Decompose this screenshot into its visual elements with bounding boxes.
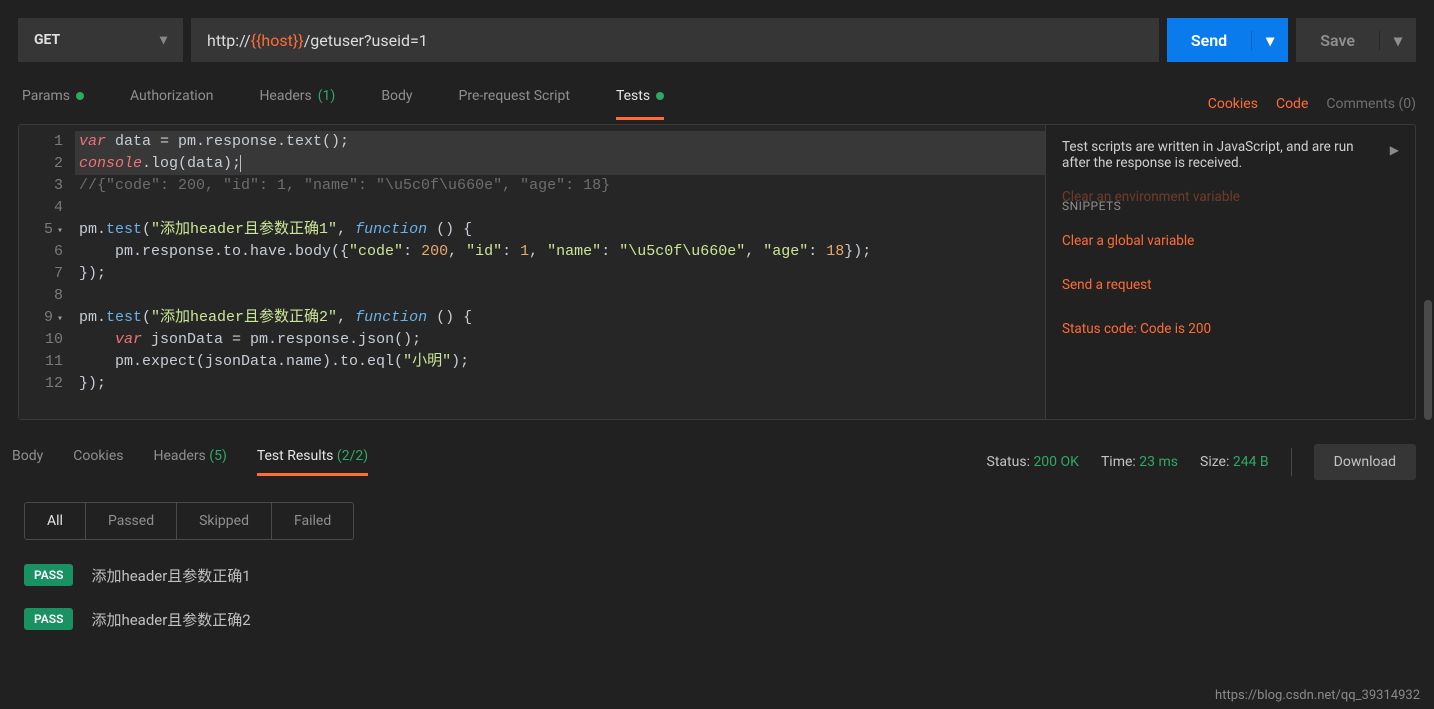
filter-failed[interactable]: Failed: [272, 503, 353, 539]
tab-tests[interactable]: Tests: [616, 88, 664, 120]
snippet-send-request[interactable]: Send a request: [1062, 277, 1399, 293]
code-link[interactable]: Code: [1276, 96, 1308, 112]
snippet-status-200[interactable]: Status code: Code is 200: [1062, 321, 1399, 337]
test-name: 添加header且参数正确1: [91, 565, 250, 586]
snippets-panel: Test scripts are written in JavaScript, …: [1045, 125, 1415, 419]
url-variable: {{host}}: [251, 31, 304, 50]
save-button[interactable]: Save ▾: [1296, 18, 1416, 62]
url-input[interactable]: http://{{host}}/getuser?useid=1: [191, 18, 1159, 62]
snippets-info-text: Test scripts are written in JavaScript, …: [1062, 139, 1380, 171]
url-prefix: http://: [207, 31, 251, 50]
tab-headers[interactable]: Headers (1): [259, 88, 335, 120]
tab-body[interactable]: Body: [381, 88, 412, 120]
scrollbar[interactable]: [1424, 300, 1432, 420]
filter-passed[interactable]: Passed: [86, 503, 177, 539]
response-tab-body[interactable]: Body: [12, 448, 43, 476]
comments-link[interactable]: Comments (0): [1326, 96, 1416, 112]
save-dropdown[interactable]: ▾: [1379, 31, 1416, 50]
send-label: Send: [1167, 18, 1251, 62]
divider: [1291, 448, 1292, 476]
code-editor[interactable]: 1 2 3 4 5 6 7 8 9 10 11 12 var data = pm…: [19, 125, 1045, 419]
send-button[interactable]: Send ▾: [1167, 18, 1288, 62]
dot-icon: [76, 92, 84, 100]
response-status: Status: 200 OK: [987, 454, 1079, 470]
filter-all[interactable]: All: [25, 503, 86, 539]
response-tab-cookies[interactable]: Cookies: [73, 448, 123, 476]
test-result-row: PASS 添加header且参数正确1: [24, 564, 1410, 586]
result-filter-group: All Passed Skipped Failed: [24, 502, 354, 540]
status-badge: PASS: [24, 564, 73, 586]
test-results-list: PASS 添加header且参数正确1 PASS 添加header且参数正确2: [0, 558, 1434, 636]
code-body[interactable]: var data = pm.response.text(); console.l…: [75, 125, 1045, 419]
response-tab-testresults[interactable]: Test Results (2/2): [257, 448, 368, 476]
chevron-down-icon: ▾: [160, 32, 167, 48]
cookies-link[interactable]: Cookies: [1208, 96, 1258, 112]
tab-params[interactable]: Params: [22, 88, 84, 120]
test-name: 添加header且参数正确2: [91, 609, 250, 630]
tab-prerequest[interactable]: Pre-request Script: [459, 88, 570, 120]
snippet-clear-global[interactable]: Clear a global variable: [1062, 233, 1399, 249]
tab-authorization[interactable]: Authorization: [130, 88, 213, 120]
save-label: Save: [1296, 18, 1379, 62]
watermark-text: https://blog.csdn.net/qq_39314932: [1215, 688, 1420, 703]
response-time: Time: 23 ms: [1101, 454, 1178, 470]
filter-skipped[interactable]: Skipped: [177, 503, 272, 539]
status-badge: PASS: [24, 608, 73, 630]
test-result-row: PASS 添加header且参数正确2: [24, 608, 1410, 630]
line-gutter: 1 2 3 4 5 6 7 8 9 10 11 12: [19, 125, 75, 419]
download-button[interactable]: Download: [1314, 444, 1416, 480]
http-method-select[interactable]: GET ▾: [18, 18, 183, 62]
snippet-item-cut[interactable]: Clear an environment variable: [1062, 189, 1399, 205]
response-size: Size: 244 B: [1200, 454, 1269, 470]
response-tab-headers[interactable]: Headers (5): [153, 448, 226, 476]
send-dropdown[interactable]: ▾: [1251, 31, 1288, 50]
http-method-value: GET: [34, 32, 60, 48]
dot-icon: [656, 92, 664, 100]
chevron-right-icon[interactable]: ▶: [1390, 143, 1399, 157]
url-suffix: /getuser?useid=1: [304, 31, 428, 50]
